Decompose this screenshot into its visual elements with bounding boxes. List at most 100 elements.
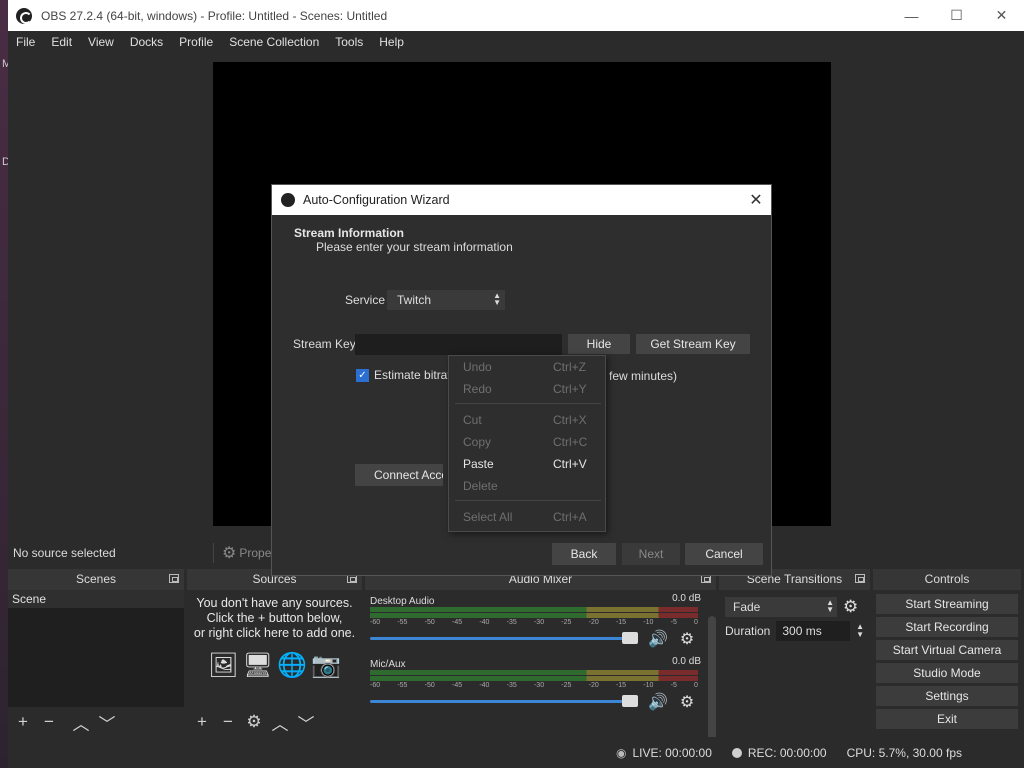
service-select[interactable]: Twitch ▲ ▼ (387, 290, 505, 310)
menu-help[interactable]: Help (371, 31, 412, 53)
menu-item-paste[interactable]: Paste Ctrl+V (449, 453, 605, 475)
duration-field[interactable]: 300 ms (776, 621, 851, 641)
back-button[interactable]: Back (552, 543, 616, 565)
menu-profile[interactable]: Profile (171, 31, 221, 53)
transition-value: Fade (733, 600, 761, 614)
scrollbar[interactable] (708, 616, 716, 756)
volume-slider[interactable] (370, 637, 632, 640)
stream-key-input[interactable] (355, 334, 562, 355)
service-value: Twitch (397, 293, 432, 307)
scenes-list[interactable]: Scene (8, 590, 184, 707)
studio-mode-button[interactable]: Studio Mode (876, 663, 1018, 683)
context-menu: Undo Ctrl+Z Redo Ctrl+Y Cut Ctrl+X Copy Ctrl… (448, 355, 606, 532)
start-recording-button[interactable]: Start Recording (876, 617, 1018, 637)
obs-logo-icon (16, 7, 32, 24)
add-scene-button[interactable]: + (12, 711, 34, 733)
remove-source-button[interactable]: − (217, 711, 239, 733)
float-dock-icon[interactable] (169, 574, 179, 583)
spin-arrows-icon: ▲ ▼ (493, 291, 501, 307)
image-icon: 🖼 (208, 652, 239, 679)
menu-item-select-all[interactable]: Select All Ctrl+A (449, 506, 605, 528)
start-streaming-button[interactable]: Start Streaming (876, 594, 1018, 614)
track-db: 0.0 dB (672, 656, 701, 667)
list-item[interactable]: Scene (8, 590, 184, 608)
controls-title: Controls (924, 572, 970, 586)
menu-view[interactable]: View (80, 31, 122, 53)
menu-tools[interactable]: Tools (327, 31, 371, 53)
menu-item-redo[interactable]: Redo Ctrl+Y (449, 378, 605, 400)
scenes-dock-title: Scenes (8, 569, 184, 590)
sources-dock: Sources You don't have any sources. Clic… (187, 569, 362, 737)
gear-icon[interactable]: ⚙ (680, 692, 694, 712)
wizard-title: Auto-Configuration Wizard (303, 193, 450, 207)
monitor-icon: 🖥 (242, 652, 274, 679)
wizard-subheading: Please enter your stream information (316, 240, 513, 254)
speaker-icon[interactable]: 🔊 (648, 629, 668, 649)
stream-key-label: Stream Key (293, 337, 356, 351)
move-up-button[interactable]: ︿ (70, 711, 92, 734)
speaker-icon[interactable]: 🔊 (648, 692, 668, 712)
camera-icon: 📷 (310, 652, 341, 679)
menu-item-delete[interactable]: Delete (449, 475, 605, 497)
empty-hint-line: or right click here to add one. (193, 626, 356, 640)
rec-time: REC: 00:00:00 (747, 745, 827, 760)
controls-dock: Controls Start Streaming Start Recording… (873, 569, 1021, 737)
move-up-button[interactable]: ︿ (269, 711, 291, 734)
add-source-button[interactable]: + (191, 711, 213, 733)
maximize-button[interactable]: ☐ (934, 0, 979, 31)
volume-slider-handle[interactable] (622, 632, 638, 644)
gear-icon[interactable]: ⚙ (843, 597, 858, 617)
scenes-title: Scenes (75, 572, 117, 586)
transitions-body: Fade ▲ ▼ ⚙ Duration 300 ms ▲ ▼ (719, 590, 870, 737)
meter-ticks: -60 -55 -50 -45 -40 -35 -30 -25 -20 -15 -10 -5 0 (370, 682, 698, 689)
cpu-status: CPU: 5.7%, 30.00 fps (846, 745, 962, 760)
estimate-bitrate-checkbox[interactable]: ✓ (356, 368, 369, 382)
properties-button[interactable]: ⚙ Propert (213, 543, 279, 563)
minimize-button[interactable]: — (889, 0, 934, 31)
menu-scene-collection[interactable]: Scene Collection (221, 31, 327, 53)
menu-edit[interactable]: Edit (43, 31, 80, 53)
cancel-button[interactable]: Cancel (685, 543, 763, 565)
exit-button[interactable]: Exit (876, 709, 1018, 729)
estimate-bitrate-row[interactable]: ✓ Estimate bitrat (356, 368, 451, 382)
source-properties-button[interactable]: ⚙ (243, 711, 265, 733)
empty-hint-line: You don't have any sources. (196, 596, 353, 610)
transition-select[interactable]: Fade ▲ ▼ (725, 597, 837, 617)
volume-meter (370, 676, 698, 681)
remove-scene-button[interactable]: − (38, 711, 60, 733)
menu-separator (455, 500, 601, 501)
wizard-title-bar: Auto-Configuration Wizard ✕ (272, 185, 771, 215)
volume-meter (370, 613, 698, 618)
scene-transitions-dock: Scene Transitions Fade ▲ ▼ ⚙ Duration 300… (719, 569, 870, 737)
service-label: Service (345, 293, 386, 307)
move-down-button[interactable]: ﹀ (295, 711, 317, 734)
wizard-heading: Stream Information (294, 226, 405, 240)
title-bar: OBS 27.2.4 (64-bit, windows) - Profile: … (8, 0, 1024, 31)
volume-slider[interactable] (370, 700, 632, 703)
settings-button[interactable]: Settings (876, 686, 1018, 706)
docks-row: Scenes Scene + − ︿ ﹀ Sources You don't h… (8, 569, 1024, 756)
sources-list[interactable]: You don't have any sources. Click the + … (187, 590, 362, 707)
menu-docks[interactable]: Docks (122, 31, 171, 53)
menu-item-undo[interactable]: Undo Ctrl+Z (449, 356, 605, 378)
window-controls: — ☐ ✕ (889, 0, 1024, 31)
gear-icon[interactable]: ⚙ (680, 629, 694, 649)
gear-icon: ⚙ (222, 545, 237, 562)
start-virtual-camera-button[interactable]: Start Virtual Camera (876, 640, 1018, 660)
float-dock-icon[interactable] (855, 574, 865, 583)
window-title: OBS 27.2.4 (64-bit, windows) - Profile: … (41, 8, 388, 23)
move-down-button[interactable]: ﹀ (96, 711, 118, 734)
estimate-bitrate-label-tail: few minutes) (609, 369, 678, 383)
volume-slider-handle[interactable] (622, 695, 638, 707)
spin-arrows-icon[interactable]: ▲ ▼ (856, 623, 864, 639)
close-icon[interactable]: ✕ (741, 190, 771, 210)
menu-item-cut[interactable]: Cut Ctrl+X (449, 409, 605, 431)
close-button[interactable]: ✕ (979, 0, 1024, 31)
connect-account-button[interactable]: Connect Accou (355, 464, 443, 486)
menu-file[interactable]: File (8, 31, 43, 53)
hide-key-button[interactable]: Hide (568, 334, 630, 354)
menu-item-copy[interactable]: Copy Ctrl+C (449, 431, 605, 453)
obs-logo-icon (281, 193, 295, 207)
get-stream-key-button[interactable]: Get Stream Key (636, 334, 750, 354)
scenes-toolbar: + − ︿ ﹀ (8, 707, 184, 737)
